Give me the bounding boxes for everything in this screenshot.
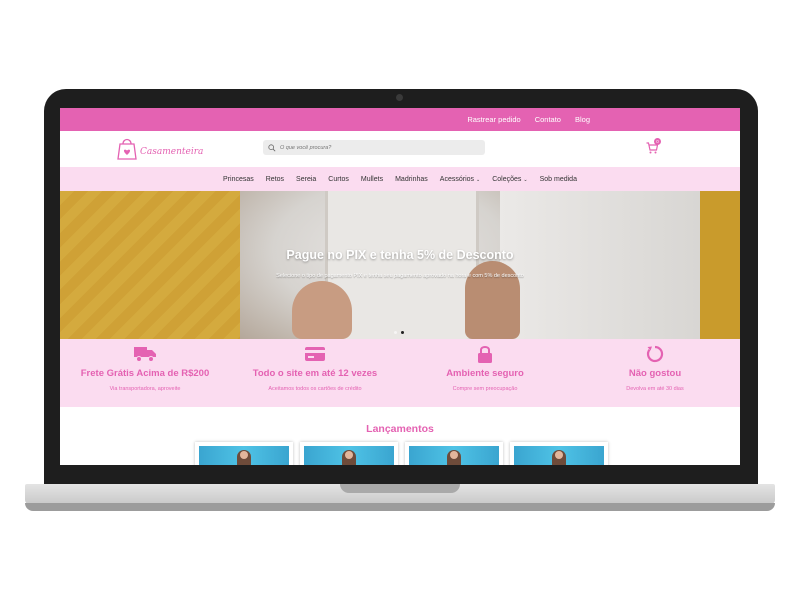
- feature-subtitle: Compre sem preocupação: [452, 386, 518, 392]
- nav-item-colecoes: Coleções: [492, 175, 522, 183]
- feature-title: Todo o site em até 12 vezes: [252, 368, 378, 379]
- laptop-notch: [340, 484, 460, 493]
- product-card[interactable]: [510, 442, 608, 465]
- carousel-dots: [394, 331, 404, 334]
- feature-returns: Não gostou Devolva em até 30 dias: [570, 339, 740, 407]
- feature-free-shipping: Frete Grátis Acima de R$200 Via transpor…: [60, 339, 230, 407]
- main-nav: Princesas Retos Sereia Curtos Mullets Ma…: [60, 167, 740, 191]
- nav-item-acessorios: Acessórios: [439, 175, 475, 183]
- search-bar[interactable]: [263, 140, 485, 155]
- product-grid: [195, 442, 608, 465]
- cart-count-badge: 0: [654, 138, 661, 145]
- feature-subtitle: Via transportadora, aproveite: [109, 386, 181, 392]
- search-icon: [268, 143, 276, 151]
- carousel-dot[interactable]: [394, 331, 397, 334]
- track-order-link[interactable]: Rastrear pedido: [467, 115, 520, 124]
- hero-sweater-background: [500, 191, 700, 339]
- nav-item-madrinhas[interactable]: Madrinhas: [395, 176, 428, 183]
- hero-hand-image: [292, 281, 352, 339]
- contact-link[interactable]: Contato: [535, 115, 561, 124]
- product-image: [409, 446, 499, 465]
- hero-banner[interactable]: Pague no PIX e tenha 5% de Desconto Sele…: [60, 191, 740, 339]
- model-face: [240, 451, 248, 459]
- nav-item-sereia[interactable]: Sereia: [296, 176, 316, 183]
- nav-item-mullets[interactable]: Mullets: [361, 176, 383, 183]
- feature-installments: Todo o site em até 12 vezes Aceitamos to…: [230, 339, 400, 407]
- hero-subtitle: Selecione o tipo de pagamento PIX e tenh…: [276, 273, 524, 279]
- logo[interactable]: Casamenteira: [116, 136, 203, 160]
- feature-title: Ambiente seguro: [446, 368, 524, 379]
- blog-link[interactable]: Blog: [575, 115, 590, 124]
- nav-item-acessorios-wrap[interactable]: Acessórios ⌄: [440, 176, 480, 183]
- camera: [396, 94, 403, 101]
- credit-card-icon: [304, 345, 326, 363]
- lock-icon: [477, 345, 493, 363]
- top-bar: Rastrear pedido Contato Blog: [60, 108, 740, 131]
- website-screen: Rastrear pedido Contato Blog Casamenteir…: [60, 108, 740, 465]
- feature-subtitle: Aceitamos todos os cartões de crédito: [268, 386, 362, 392]
- chevron-down-icon: ⌄: [476, 176, 481, 183]
- product-image: [199, 446, 289, 465]
- chevron-down-icon: ⌄: [523, 176, 528, 183]
- carousel-dot-active[interactable]: [401, 331, 404, 334]
- return-icon: [646, 345, 664, 363]
- cart-button[interactable]: 0: [646, 138, 661, 154]
- hero-pattern-background: [60, 191, 270, 339]
- nav-item-princesas[interactable]: Princesas: [223, 176, 254, 183]
- nav-item-sob-medida[interactable]: Sob medida: [540, 176, 577, 183]
- laptop-base-shadow: [25, 503, 775, 511]
- features-bar: Frete Grátis Acima de R$200 Via transpor…: [60, 339, 740, 407]
- product-card[interactable]: [300, 442, 398, 465]
- model-face: [450, 451, 458, 459]
- search-input[interactable]: [280, 144, 480, 151]
- product-image: [304, 446, 394, 465]
- header: Casamenteira 0: [60, 131, 740, 167]
- nav-item-curtos[interactable]: Curtos: [328, 176, 349, 183]
- product-card[interactable]: [405, 442, 503, 465]
- releases-title: Lançamentos: [366, 423, 434, 435]
- truck-icon: [133, 345, 157, 363]
- shopping-bag-logo-icon: [116, 136, 138, 160]
- feature-title: Frete Grátis Acima de R$200: [80, 368, 210, 379]
- model-face: [555, 451, 563, 459]
- feature-subtitle: Devolva em até 30 dias: [626, 386, 684, 392]
- nav-item-colecoes-wrap[interactable]: Coleções ⌄: [492, 176, 527, 183]
- hero-right-edge: [700, 191, 740, 339]
- nav-item-retos[interactable]: Retos: [266, 176, 284, 183]
- logo-text: Casamenteira: [140, 147, 204, 157]
- product-image: [514, 446, 604, 465]
- hero-title: Pague no PIX e tenha 5% de Desconto: [286, 248, 514, 262]
- product-card[interactable]: [195, 442, 293, 465]
- feature-title: Não gostou: [628, 368, 682, 379]
- model-face: [345, 451, 353, 459]
- feature-secure: Ambiente seguro Compre sem preocupação: [400, 339, 570, 407]
